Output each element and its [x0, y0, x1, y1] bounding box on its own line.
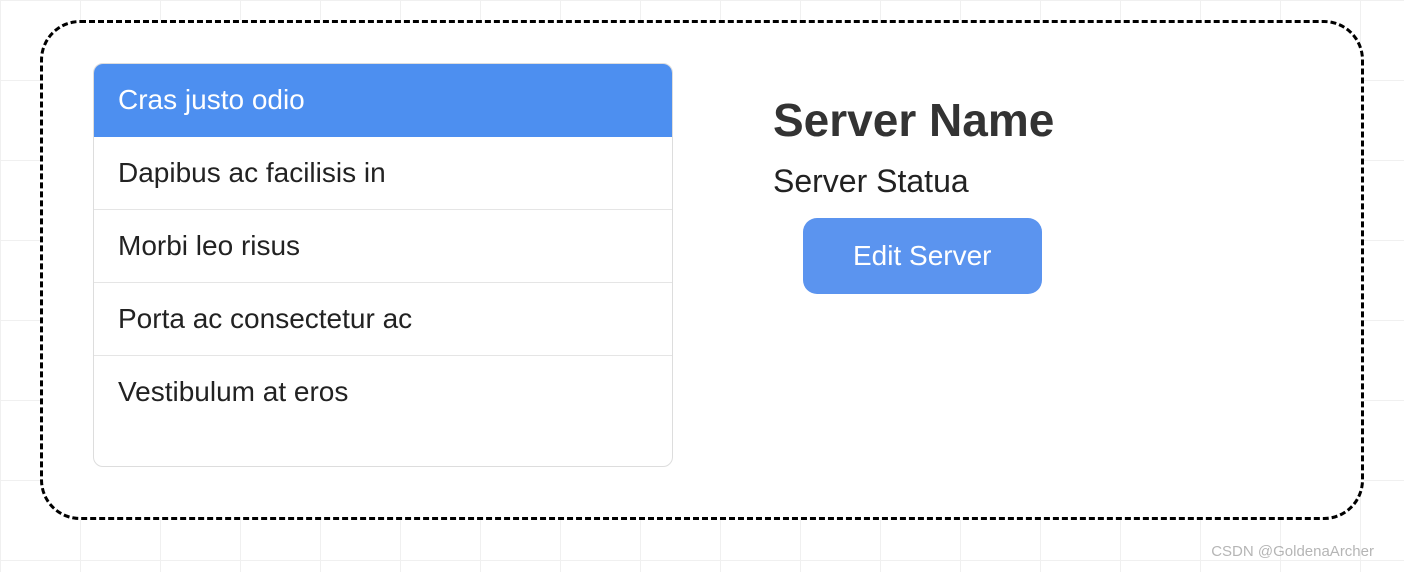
watermark-text: CSDN @GoldenaArcher: [1211, 543, 1374, 560]
list-item-label: Morbi leo risus: [118, 230, 300, 261]
server-detail: Server Name Server Statua Edit Server: [773, 63, 1054, 467]
list-item-label: Dapibus ac facilisis in: [118, 157, 386, 188]
server-status-text: Server Statua: [773, 163, 1054, 200]
list-item[interactable]: Porta ac consectetur ac: [94, 283, 672, 356]
list-item-label: Vestibulum at eros: [118, 376, 348, 407]
edit-server-button[interactable]: Edit Server: [803, 218, 1042, 294]
list-item[interactable]: Vestibulum at eros: [94, 356, 672, 428]
main-panel: Cras justo odio Dapibus ac facilisis in …: [40, 20, 1364, 520]
list-item[interactable]: Dapibus ac facilisis in: [94, 137, 672, 210]
list-item-label: Cras justo odio: [118, 84, 305, 115]
list-item[interactable]: Cras justo odio: [94, 64, 672, 137]
server-name-heading: Server Name: [773, 93, 1054, 147]
list-item[interactable]: Morbi leo risus: [94, 210, 672, 283]
edit-server-label: Edit Server: [853, 240, 992, 271]
list-item-label: Porta ac consectetur ac: [118, 303, 412, 334]
server-list: Cras justo odio Dapibus ac facilisis in …: [93, 63, 673, 467]
